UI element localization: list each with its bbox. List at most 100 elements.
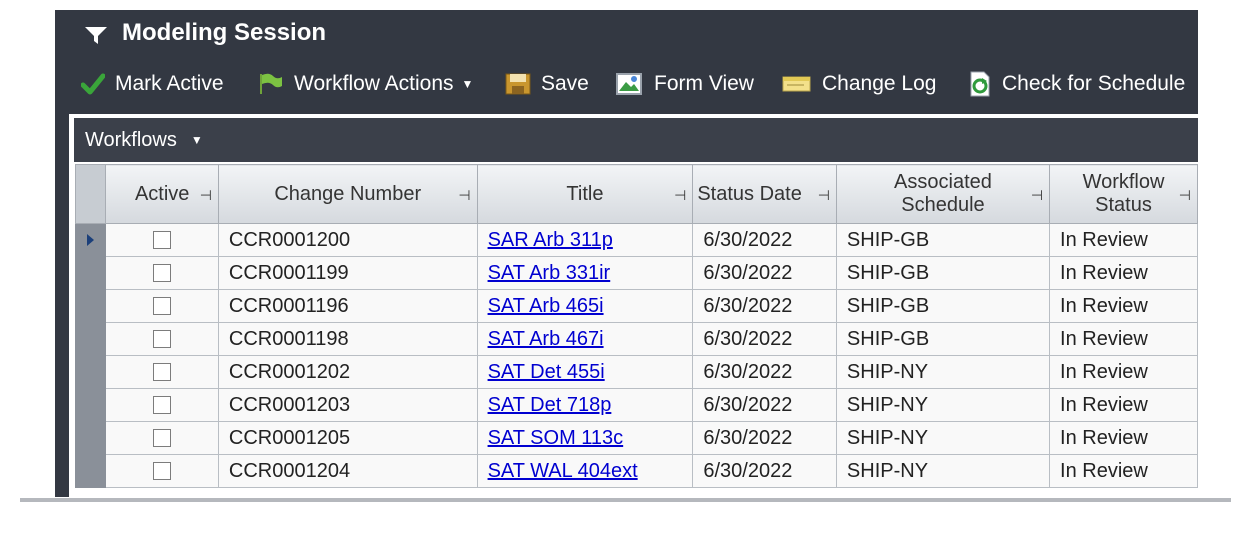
active-checkbox[interactable]: [153, 429, 172, 448]
title-cell: SAT Arb 331ir: [476, 256, 694, 290]
column-header-title[interactable]: Title ⊣: [476, 164, 694, 224]
pin-icon[interactable]: ⊣: [674, 184, 686, 207]
change-log-button[interactable]: Change Log: [782, 66, 936, 102]
divider: [20, 498, 1231, 502]
table-row[interactable]: CCR0001203 SAT Det 718p 6/30/2022 SHIP-NY In…: [74, 388, 1198, 422]
table-row[interactable]: CCR0001205 SAT SOM 113c 6/30/2022 SHIP-NY In…: [74, 421, 1198, 455]
mark-active-button[interactable]: Mark Active: [81, 66, 224, 102]
grid-body: CCR0001200 SAR Arb 311p 6/30/2022 SHIP-GB In…: [74, 223, 1198, 488]
active-checkbox[interactable]: [153, 231, 172, 250]
title-link[interactable]: SAR Arb 311p: [488, 229, 613, 251]
active-checkbox[interactable]: [153, 462, 172, 481]
workflows-dropdown[interactable]: Workflows ▼: [74, 118, 1198, 162]
row-selector[interactable]: [74, 256, 107, 290]
schedule-cell: SHIP-NY: [835, 388, 1051, 422]
table-row[interactable]: CCR0001199 SAT Arb 331ir 6/30/2022 SHIP-GB I…: [74, 256, 1198, 290]
active-checkbox[interactable]: [153, 330, 172, 349]
checkmark-icon: [81, 73, 105, 95]
status-date-cell: 6/30/2022: [692, 454, 837, 488]
active-checkbox[interactable]: [153, 297, 172, 316]
pin-icon[interactable]: ⊣: [1031, 184, 1043, 207]
title-link[interactable]: SAT Det 718p: [488, 394, 612, 416]
row-selector[interactable]: [74, 289, 107, 323]
row-indicator-icon: [87, 233, 95, 246]
save-button[interactable]: Save: [505, 66, 589, 102]
row-selector[interactable]: [74, 421, 107, 455]
change-number-cell: CCR0001203: [217, 388, 478, 422]
schedule-cell: SHIP-NY: [835, 421, 1051, 455]
save-icon: [505, 73, 531, 95]
row-selector[interactable]: [74, 355, 107, 389]
active-cell: [105, 355, 219, 389]
status-date-cell: 6/30/2022: [692, 355, 837, 389]
workflow-actions-button[interactable]: Workflow Actions ▼: [258, 66, 473, 102]
row-selector[interactable]: [74, 223, 107, 257]
change-log-icon: [782, 76, 811, 92]
row-selector[interactable]: [74, 454, 107, 488]
form-view-icon: [616, 73, 642, 95]
workflow-status-cell: In Review: [1049, 421, 1198, 455]
workflow-status-cell: In Review: [1049, 289, 1198, 323]
title-link[interactable]: SAT Det 455i: [488, 361, 605, 383]
pin-icon[interactable]: ⊣: [818, 184, 830, 207]
column-header-label: Associated Schedule: [894, 171, 992, 216]
column-header-associated-schedule[interactable]: Associated Schedule ⊣: [835, 164, 1051, 224]
schedule-cell: SHIP-GB: [835, 322, 1051, 356]
funnel-icon[interactable]: [85, 27, 107, 45]
pin-icon[interactable]: ⊣: [200, 184, 212, 207]
change-number-cell: CCR0001196: [217, 289, 478, 323]
chevron-down-icon: ▼: [190, 133, 203, 147]
title-cell: SAT Arb 467i: [476, 322, 694, 356]
column-header-change-number[interactable]: Change Number ⊣: [217, 164, 478, 224]
title-link[interactable]: SAT Arb 467i: [488, 328, 604, 350]
table-row[interactable]: CCR0001200 SAR Arb 311p 6/30/2022 SHIP-GB In…: [74, 223, 1198, 257]
workflow-status-cell: In Review: [1049, 355, 1198, 389]
flag-icon: [260, 73, 282, 94]
save-label: Save: [541, 72, 589, 95]
table-row[interactable]: CCR0001198 SAT Arb 467i 6/30/2022 SHIP-GB In…: [74, 322, 1198, 356]
workflow-actions-label: Workflow Actions: [294, 72, 454, 95]
chevron-down-icon: ▼: [461, 77, 474, 91]
workflow-status-cell: In Review: [1049, 223, 1198, 257]
check-for-schedule-button[interactable]: Check for Schedule: [966, 66, 1185, 102]
column-header-workflow-status[interactable]: Workflow Status ⊣: [1049, 164, 1198, 224]
check-for-schedule-label: Check for Schedule: [1002, 72, 1186, 95]
table-row[interactable]: CCR0001204 SAT WAL 404ext 6/30/2022 SHIP-NY…: [74, 454, 1198, 488]
title-link[interactable]: SAT WAL 404ext: [488, 460, 638, 482]
row-selector[interactable]: [74, 322, 107, 356]
column-header-active[interactable]: Active ⊣: [105, 164, 219, 224]
change-number-cell: CCR0001205: [217, 421, 478, 455]
title-cell: SAT Det 455i: [476, 355, 694, 389]
column-header-label: Change Number: [274, 182, 422, 205]
status-date-cell: 6/30/2022: [692, 289, 837, 323]
title-link[interactable]: SAT Arb 331ir: [488, 262, 611, 284]
pin-icon[interactable]: ⊣: [1179, 184, 1191, 207]
row-selector-header: [74, 164, 107, 224]
active-checkbox[interactable]: [153, 396, 172, 415]
pin-icon[interactable]: ⊣: [458, 184, 470, 207]
active-checkbox[interactable]: [153, 363, 172, 382]
row-selector[interactable]: [74, 388, 107, 422]
toolbar: Mark Active Workflow Actions ▼ Save Form…: [55, 66, 1198, 102]
refresh-icon: [970, 71, 990, 97]
title-link[interactable]: SAT SOM 113c: [488, 427, 624, 449]
title-link[interactable]: SAT Arb 465i: [488, 295, 604, 317]
workflow-status-cell: In Review: [1049, 454, 1198, 488]
column-header-label: Title: [566, 182, 604, 205]
form-view-button[interactable]: Form View: [616, 66, 754, 102]
mark-active-label: Mark Active: [115, 72, 224, 95]
session-header: Modeling Session: [55, 10, 1198, 56]
title-cell: SAT Arb 465i: [476, 289, 694, 323]
schedule-cell: SHIP-NY: [835, 355, 1051, 389]
active-checkbox[interactable]: [153, 264, 172, 283]
status-date-cell: 6/30/2022: [692, 388, 837, 422]
change-number-cell: CCR0001198: [217, 322, 478, 356]
table-row[interactable]: CCR0001202 SAT Det 455i 6/30/2022 SHIP-NY In…: [74, 355, 1198, 389]
change-number-cell: CCR0001199: [217, 256, 478, 290]
active-cell: [105, 388, 219, 422]
column-header-label: Status Date: [697, 182, 802, 205]
workflow-status-cell: In Review: [1049, 256, 1198, 290]
column-header-status-date[interactable]: Status Date ⊣: [692, 164, 837, 224]
table-row[interactable]: CCR0001196 SAT Arb 465i 6/30/2022 SHIP-GB In…: [74, 289, 1198, 323]
change-log-label: Change Log: [822, 72, 937, 95]
